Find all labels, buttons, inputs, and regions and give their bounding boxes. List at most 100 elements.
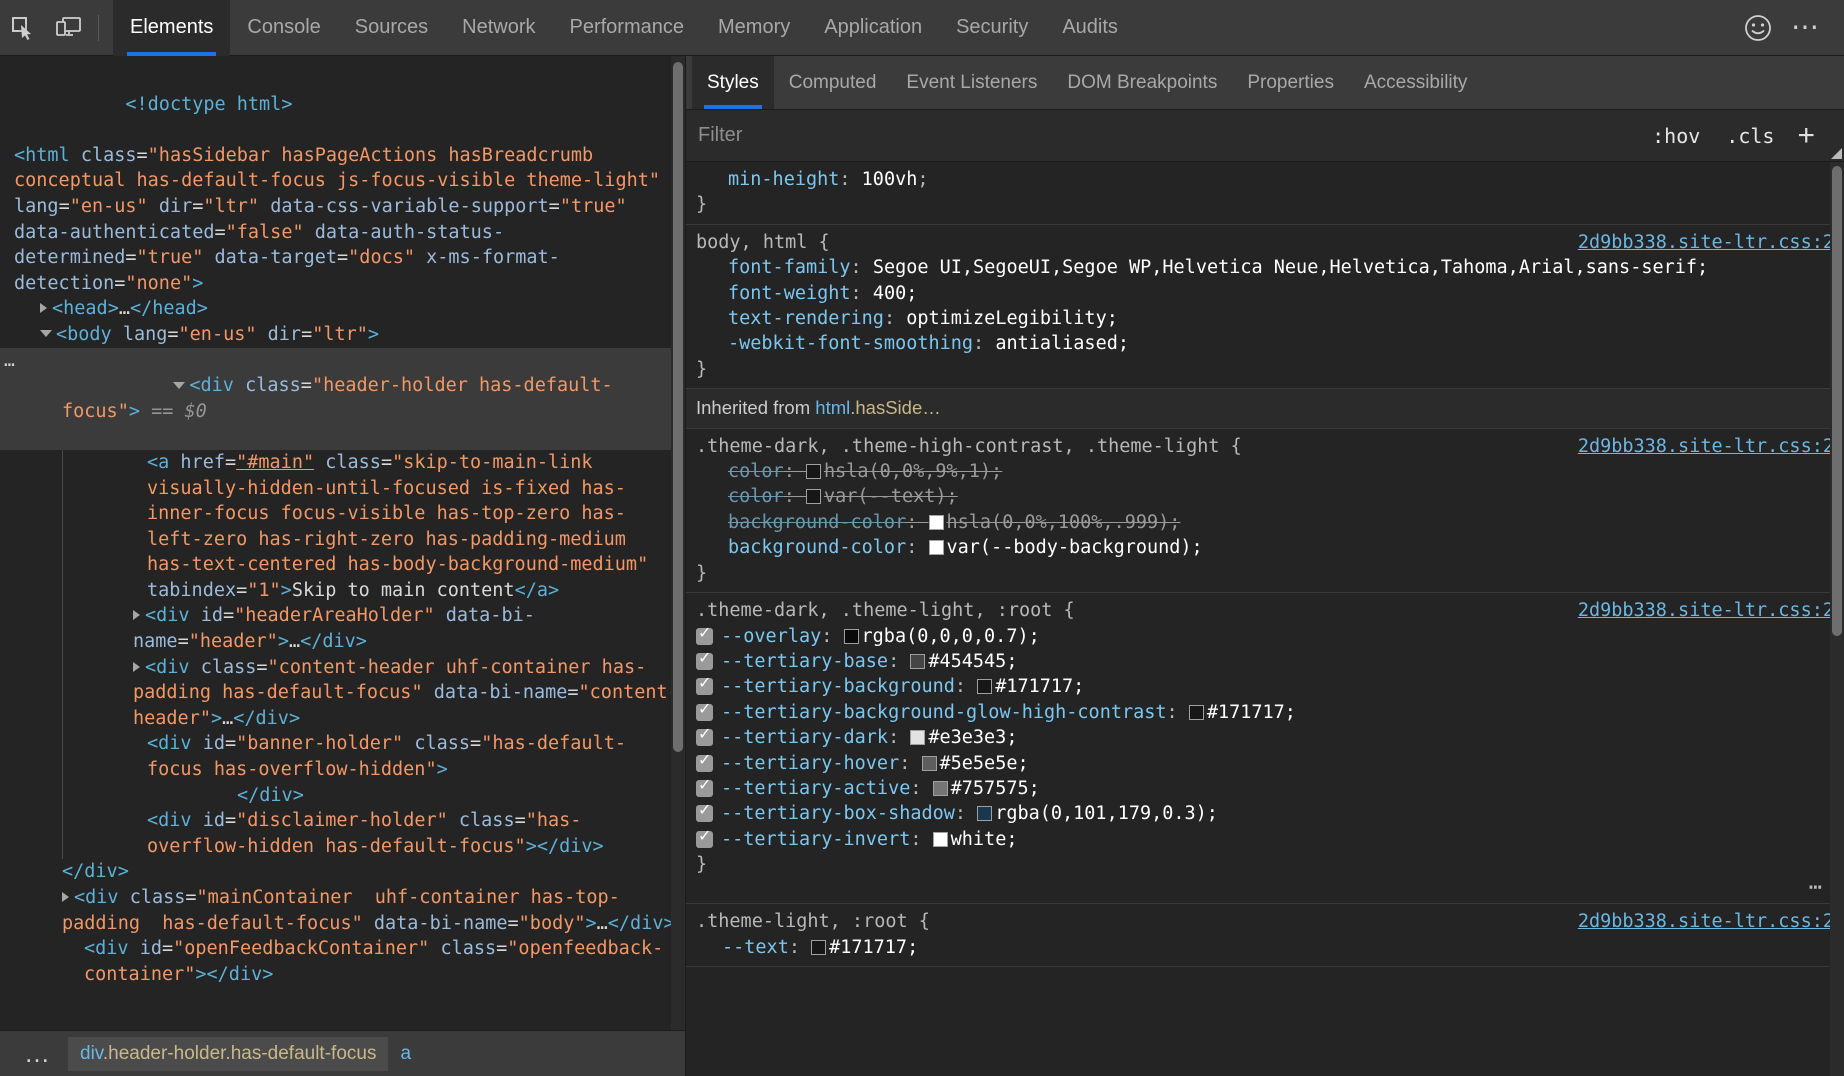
dom-line-html[interactable]: <html class="hasSidebar hasPageActions h… [0,143,685,297]
css-variable-tertiary-background-glow-high-contrast[interactable]: --tertiary-background-glow-high-contrast… [686,700,1844,725]
dom-line-content-header[interactable]: <div class="content-header uhf-container… [62,655,685,732]
css-selector[interactable]: body, html { [696,230,1566,255]
dom-line-head[interactable]: <head>…</head> [0,296,685,322]
declaration-checkbox[interactable] [696,653,713,670]
new-style-rule-button[interactable]: + [1787,121,1831,151]
declaration-checkbox[interactable] [696,678,713,695]
css-variable-tertiary-active[interactable]: --tertiary-active: #757575; [686,776,1844,801]
styles-scrollbar[interactable] [1830,162,1844,1076]
inherited-from-class[interactable]: .hasSide… [850,397,941,418]
color-swatch[interactable] [933,781,948,796]
dom-line-body[interactable]: <body lang="en-us" dir="ltr"> [0,322,685,348]
dom-tree-scroll-thumb[interactable] [673,62,683,752]
css-source-link[interactable]: 2d9bb338.site-ltr.css:2 [1566,909,1834,934]
resize-corner-icon[interactable] [1831,148,1842,159]
color-swatch[interactable] [806,464,821,479]
dom-line-doctype[interactable]: <!doctype html> [0,66,685,143]
more-options-icon[interactable]: ⋯ [1782,4,1830,52]
css-declaration-font-smoothing[interactable]: -webkit-font-smoothing: antialiased; [686,331,1844,356]
css-declaration-color-var-overridden[interactable]: color: var(--text); [686,484,1844,509]
css-rule-body-html[interactable]: body, html { 2d9bb338.site-ltr.css:2 fon… [686,225,1844,389]
declaration-checkbox[interactable] [696,755,713,772]
css-variable-overlay[interactable]: --overlay: rgba(0,0,0,0.7); [686,624,1844,649]
color-swatch[interactable] [922,756,937,771]
css-source-link[interactable]: 2d9bb338.site-ltr.css:2 [1566,434,1834,459]
dom-line-disclaimer-holder[interactable]: <div id="disclaimer-holder" class="has-o… [62,808,685,859]
css-source-link[interactable]: 2d9bb338.site-ltr.css:2 [1566,230,1834,255]
color-swatch[interactable] [811,940,826,955]
css-declaration-font-family[interactable]: font-family: Segoe UI,SegoeUI,Segoe WP,H… [686,255,1844,280]
tab-computed[interactable]: Computed [774,56,892,109]
styles-filter-input[interactable] [698,124,1639,147]
expand-arrow-icon[interactable] [133,610,140,620]
declaration-checkbox[interactable] [696,805,713,822]
tab-event-listeners[interactable]: Event Listeners [891,56,1052,109]
css-selector[interactable]: .theme-dark, .theme-high-contrast, .them… [696,434,1566,459]
color-swatch[interactable] [1189,705,1204,720]
inherited-from-tag[interactable]: html [815,397,850,418]
tab-properties[interactable]: Properties [1232,56,1349,109]
dom-line-main-container[interactable]: <div class="mainContainer uhf-container … [0,885,685,936]
dom-line-open-feedback-container[interactable]: <div id="openFeedbackContainer" class="o… [0,936,685,987]
declaration-checkbox[interactable] [696,729,713,746]
color-swatch[interactable] [910,654,925,669]
dom-line-header-holder-selected[interactable]: …<div class="header-holder has-default-f… [0,348,685,450]
css-declaration-font-weight[interactable]: font-weight: 400; [686,281,1844,306]
smiley-face-icon[interactable] [1734,4,1782,52]
expand-arrow-icon[interactable] [40,303,47,313]
tab-security[interactable]: Security [939,0,1045,56]
color-swatch[interactable] [929,540,944,555]
tab-memory[interactable]: Memory [701,0,807,56]
declaration-checkbox[interactable] [696,780,713,797]
css-declaration-color-overridden[interactable]: color: hsla(0,0%,9%,1); [686,459,1844,484]
css-variable-tertiary-invert[interactable]: --tertiary-invert: white; [686,827,1844,852]
breadcrumb-overflow-icon[interactable]: … [8,1047,68,1060]
tab-elements[interactable]: Elements [113,0,230,56]
css-variable-tertiary-box-shadow[interactable]: --tertiary-box-shadow: rgba(0,101,179,0.… [686,801,1844,826]
css-rule-theme-light-root[interactable]: .theme-light, :root { 2d9bb338.site-ltr.… [686,904,1844,967]
css-declaration-background-color-var[interactable]: background-color: var(--body-background)… [686,535,1844,560]
declaration-checkbox[interactable] [696,831,713,848]
declaration-checkbox[interactable] [696,704,713,721]
tab-sources[interactable]: Sources [338,0,445,56]
css-variable-tertiary-base[interactable]: --tertiary-base: #454545; [686,649,1844,674]
css-variable-tertiary-dark[interactable]: --tertiary-dark: #e3e3e3; [686,725,1844,750]
dom-line-close-header-holder[interactable]: </div> [0,859,685,885]
css-rule-partial[interactable]: min-height: 100vh; } [686,162,1844,225]
color-swatch[interactable] [977,679,992,694]
expand-arrow-icon[interactable] [62,892,69,902]
color-swatch[interactable] [929,515,944,530]
dom-line-skip-link[interactable]: <a href="#main" class="skip-to-main-link… [62,450,685,604]
tab-application[interactable]: Application [807,0,939,56]
dom-line-header-area-holder[interactable]: <div id="headerAreaHolder" data-bi-name=… [62,603,685,654]
styles-rule-list[interactable]: min-height: 100vh; } body, html { 2d9bb3… [686,162,1844,1076]
tab-accessibility[interactable]: Accessibility [1349,56,1482,109]
collapse-arrow-icon[interactable] [173,382,185,389]
color-swatch[interactable] [977,806,992,821]
tab-styles[interactable]: Styles [692,56,774,109]
dom-tree-scrollbar[interactable] [671,56,685,1030]
breadcrumb-item-div-header-holder[interactable]: div.header-holder.has-default-focus [68,1037,388,1071]
color-swatch[interactable] [933,832,948,847]
tab-console[interactable]: Console [230,0,337,56]
tab-network[interactable]: Network [445,0,552,56]
breadcrumb-item-a[interactable]: a [388,1037,423,1071]
tab-audits[interactable]: Audits [1045,0,1135,56]
css-variable-tertiary-background[interactable]: --tertiary-background: #171717; [686,674,1844,699]
device-toolbar-icon[interactable] [46,6,92,50]
toggle-element-classes-button[interactable]: .cls [1713,124,1787,148]
css-rule-root-variables[interactable]: .theme-dark, .theme-light, :root { 2d9bb… [686,593,1844,904]
css-variable-text[interactable]: --text: #171717; [686,935,1844,960]
dom-line-banner-holder[interactable]: <div id="banner-holder" class="has-defau… [62,731,685,808]
css-variable-tertiary-hover[interactable]: --tertiary-hover: #5e5e5e; [686,751,1844,776]
css-declaration-text-rendering[interactable]: text-rendering: optimizeLegibility; [686,306,1844,331]
declaration-checkbox[interactable] [696,628,713,645]
css-declaration-background-color-overridden[interactable]: background-color: hsla(0,0%,100%,.999); [686,510,1844,535]
css-selector[interactable]: .theme-light, :root { [696,909,1566,934]
styles-filter-box[interactable] [686,110,1639,162]
tab-dom-breakpoints[interactable]: DOM Breakpoints [1052,56,1232,109]
rule-overflow-icon[interactable]: ⋯ [686,878,1844,898]
color-swatch[interactable] [844,629,859,644]
dom-tree[interactable]: <!doctype html> <html class="hasSidebar … [0,56,685,1030]
inspect-element-icon[interactable] [0,6,46,50]
